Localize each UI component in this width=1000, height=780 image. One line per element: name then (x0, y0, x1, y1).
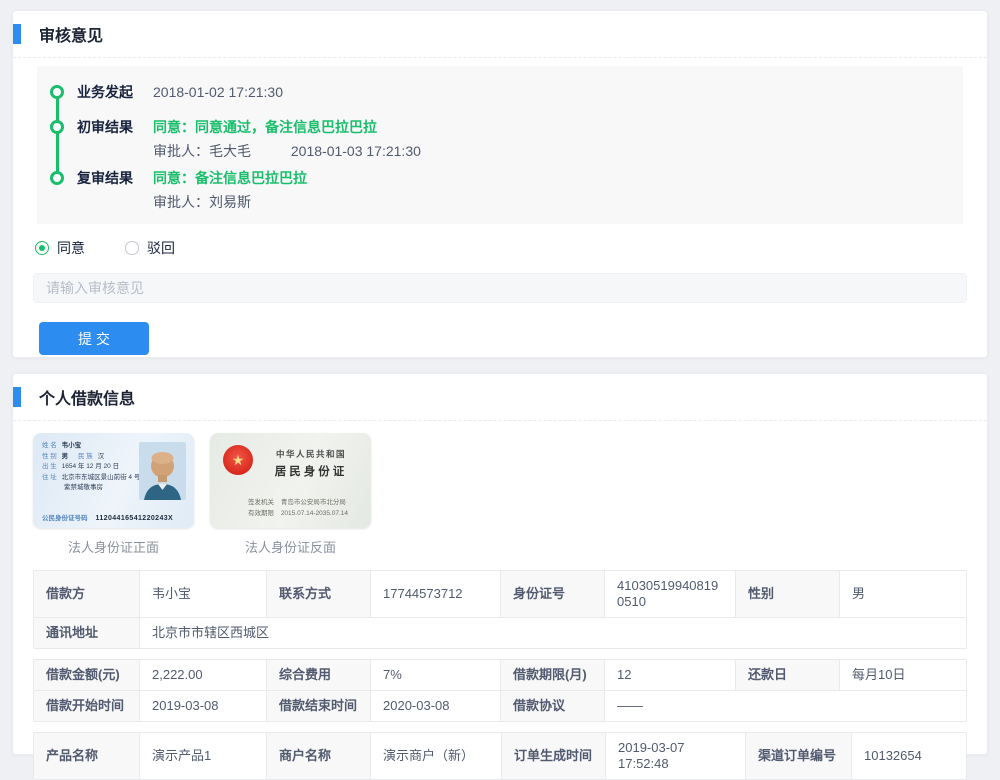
blue-accent-bar (13, 24, 21, 44)
timeline-item-label: 复审结果 (77, 168, 153, 212)
timeline-result-text: 同意：备注信息巴拉巴拉 (153, 168, 307, 188)
id-addr-line2: 紫禁城敬事房 (64, 484, 103, 491)
blue-accent-bar (13, 387, 21, 407)
table-label: 借款期限(月) (501, 660, 605, 691)
table-value: 2,222.00 (140, 660, 267, 691)
table-value: 演示产品1 (140, 733, 267, 780)
id-sex-value: 男 (62, 453, 69, 460)
table-label: 联系方式 (267, 571, 371, 618)
radio-reject-label: 驳回 (147, 238, 175, 258)
timeline-result-text: 同意：同意通过，备注信息巴拉巴拉 (153, 117, 421, 137)
table-label: 借款方 (34, 571, 140, 618)
portrait-avatar-icon (139, 442, 186, 500)
id-name-label: 姓 名 (42, 442, 57, 449)
timeline-approver: 审批人：毛大毛 (153, 143, 251, 159)
id-issue-label: 签发机关 (248, 499, 274, 506)
id-number-value: 11204416541220243X (95, 515, 173, 522)
id-back-caption: 法人身份证反面 (210, 537, 371, 556)
id-valid-value: 2015.07.14-2035.07.14 (281, 510, 348, 517)
national-emblem-icon: ★ (223, 445, 253, 475)
table-value: 2019-03-08 (140, 691, 267, 722)
id-front-caption: 法人身份证正面 (33, 537, 194, 556)
decision-radio-group: 同意 驳回 (35, 238, 965, 258)
table-value: 2020-03-08 (371, 691, 501, 722)
table-value: —— (605, 691, 967, 722)
table-value: 男 (840, 571, 967, 618)
table-value: 410305199408190510 (605, 571, 736, 618)
table-label: 借款金额(元) (34, 660, 140, 691)
table-value: 2019-03-07 17:52:48 (606, 733, 746, 780)
id-birth-value: 1654 年 12 月 20 日 (62, 463, 119, 470)
id-card-images: 姓 名 韦小宝 性 别 男 民 族 汉 出 生 1654 年 12 月 20 日 (33, 433, 967, 556)
timeline-item-label: 业务发起 (77, 82, 153, 102)
id-card-back-image[interactable]: ★ 中华人民共和国 居民身份证 签发机关 青岛市公安局市北分局 有效期限 201… (210, 433, 371, 528)
id-number-label: 公民身份证号码 (42, 515, 88, 522)
radio-selected-icon (35, 241, 49, 255)
table-label: 通讯地址 (34, 618, 140, 649)
id-addr-label: 住 址 (42, 474, 57, 481)
id-valid-label: 有效期限 (248, 510, 274, 517)
table-label: 借款协议 (501, 691, 605, 722)
submit-button[interactable]: 提 交 (39, 322, 149, 355)
loan-card-header: 个人借款信息 (13, 374, 987, 421)
timeline-item-second-review: 复审结果 同意：备注信息巴拉巴拉 审批人：刘易斯 (47, 168, 943, 212)
table-label: 身份证号 (501, 571, 605, 618)
table-value: 17744573712 (371, 571, 501, 618)
table-value: 韦小宝 (140, 571, 267, 618)
radio-reject[interactable]: 驳回 (125, 238, 175, 258)
id-name-value: 韦小宝 (62, 442, 82, 449)
table-value: 演示商户（新） (371, 733, 502, 780)
table-label: 订单生成时间 (502, 733, 606, 780)
audit-timeline: 业务发起 2018-01-02 17:21:30 初审结果 同意：同意通过，备注… (37, 66, 963, 224)
table-label: 产品名称 (34, 733, 140, 780)
table-value: 每月10日 (840, 660, 967, 691)
review-card-header: 审核意见 (13, 11, 987, 58)
radio-agree-label: 同意 (57, 238, 85, 258)
timeline-dot-icon (50, 120, 64, 134)
timeline-item-business-start: 业务发起 2018-01-02 17:21:30 (47, 82, 943, 102)
table-label: 综合费用 (267, 660, 371, 691)
timeline-item-time: 2018-01-02 17:21:30 (153, 82, 283, 102)
review-card-title: 审核意见 (39, 22, 103, 46)
table-label: 渠道订单编号 (746, 733, 852, 780)
table-label: 还款日 (736, 660, 840, 691)
table-value: 7% (371, 660, 501, 691)
id-back-doc-title: 居民身份证 (260, 463, 362, 479)
table-label: 性别 (736, 571, 840, 618)
id-addr-line1: 北京市东城区景山前街 4 号 (62, 474, 141, 481)
table-label: 商户名称 (267, 733, 371, 780)
loan-terms-table: 借款金额(元) 2,222.00 综合费用 7% 借款期限(月) 12 还款日 … (33, 659, 967, 722)
borrower-info-table: 借款方 韦小宝 联系方式 17744573712 身份证号 4103051994… (33, 570, 967, 649)
timeline-approver: 审批人：刘易斯 (153, 194, 251, 210)
table-label: 借款开始时间 (34, 691, 140, 722)
radio-agree[interactable]: 同意 (35, 238, 85, 258)
id-issue-value: 青岛市公安局市北分局 (281, 499, 346, 506)
table-value: 北京市市辖区西城区 (140, 618, 967, 649)
timeline-dot-icon (50, 171, 64, 185)
id-ethnic-value: 汉 (98, 453, 105, 460)
timeline-item-first-review: 初审结果 同意：同意通过，备注信息巴拉巴拉 审批人：毛大毛 2018-01-03… (47, 117, 943, 161)
id-sex-label: 性 别 (42, 453, 57, 460)
table-value: 12 (605, 660, 736, 691)
id-ethnic-label: 民 族 (78, 453, 93, 460)
loan-card-title: 个人借款信息 (39, 385, 135, 409)
timeline-dot-icon (50, 85, 64, 99)
review-card: 审核意见 业务发起 2018-01-02 17:21:30 初审结果 同意：同意… (12, 10, 988, 358)
table-value: 10132654 (852, 733, 967, 780)
timeline-item-label: 初审结果 (77, 117, 153, 161)
id-card-front-image[interactable]: 姓 名 韦小宝 性 别 男 民 族 汉 出 生 1654 年 12 月 20 日 (33, 433, 194, 528)
id-birth-label: 出 生 (42, 463, 57, 470)
loan-info-card: 个人借款信息 姓 名 韦小宝 性 别 男 民 族 汉 出 生 (12, 373, 988, 755)
id-portrait-photo (139, 442, 186, 500)
table-label: 借款结束时间 (267, 691, 371, 722)
review-comment-input[interactable] (33, 273, 967, 303)
timeline-item-time: 2018-01-03 17:21:30 (291, 143, 421, 159)
id-back-country: 中华人民共和国 (260, 448, 362, 460)
radio-unselected-icon (125, 241, 139, 255)
order-info-table: 产品名称 演示产品1 商户名称 演示商户（新） 订单生成时间 2019-03-0… (33, 732, 967, 780)
